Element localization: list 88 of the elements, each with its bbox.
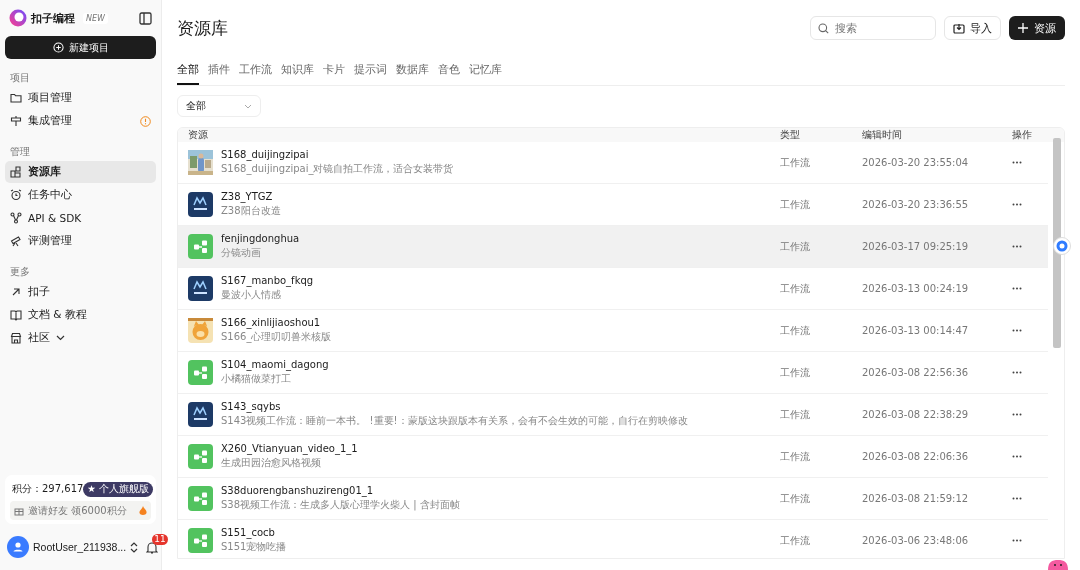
resource-description: 分镜动画 [221,246,262,260]
invite-banner[interactable]: 邀请好友 领6000积分 [10,501,151,520]
invite-text: 邀请好友 领6000积分 [28,503,127,518]
time-cell-text: 2026-03-13 00:24:19 [862,283,970,294]
table-row[interactable]: S38duorengbanshuzireng01_1 S38视频工作流：生成多人版心理学火柴人 | 含封面帧 工作流 2026-03-08 21:59:12 [178,478,1048,520]
time-cell-text: 2026-03-20 23:55:04 [862,157,970,168]
table-row[interactable]: fenjingdonghua 分镜动画 工作流 2026-03-17 09:25:19 [178,226,1048,268]
add-resource-button[interactable]: 资源 [1009,16,1065,40]
resource-description: Z38阳台改造 [221,204,281,218]
resource-name: S166_xinlijiaoshou1 [221,317,322,328]
tab[interactable]: 插件 [208,58,230,80]
new-project-button[interactable]: 新建项目 [5,36,156,59]
tab[interactable]: 音色 [438,58,460,80]
type-cell-text: 工作流 [780,449,811,464]
tab[interactable]: 卡片 [323,58,345,80]
tab[interactable]: 数据库 [396,58,429,80]
table-row[interactable]: S151_cocb S151宠物吃播 工作流 2026-03-06 23:48:06 [178,520,1048,558]
resource-name: S151_cocb [221,527,276,538]
user-name[interactable]: RootUser_211938... [33,541,127,553]
import-button[interactable]: 导入 [944,16,1001,40]
time-cell-text: 2026-03-20 23:36:55 [862,199,970,210]
resource-name: S143_sqybs [221,401,282,412]
type-cell-text: 工作流 [780,155,811,170]
filter-dropdown[interactable]: 全部 [177,95,261,117]
resource-name: Z38_YTGZ [221,191,274,202]
resource-description: S143视频工作流：睡前一本书。 !重要!：蒙版这块跟版本有关系，会有不会生效的可能，自行在剪映修改 [221,414,688,428]
type-cell-text: 工作流 [780,197,811,212]
nav-item[interactable]: 项目管理 [5,87,156,109]
type-cell-text: 工作流 [780,323,811,338]
resource-name: fenjingdonghua [221,233,300,244]
tab[interactable]: 全部 [177,58,199,85]
resource-name: S38duorengbanshuzireng01_1 [221,485,375,496]
resource-name: X260_Vtianyuan_video_1_1 [221,443,358,454]
resource-description: 曼波小人情感 [221,288,282,302]
nav-item[interactable]: 资源库 [5,161,156,183]
table-row[interactable]: S167_manbo_fkqg 曼波小人情感 工作流 2026-03-13 00:24:19 [178,268,1048,310]
time-cell-text: 2026-03-08 22:38:29 [862,409,970,420]
column-header: 类型 [780,128,801,142]
tab[interactable]: 记忆库 [469,58,502,80]
points-label: 积分：297,617 [12,482,84,496]
column-header: 操作 [1012,128,1033,142]
tab[interactable]: 提示词 [354,58,387,80]
section-title: 管理 [9,145,31,159]
type-cell-text: 工作流 [780,365,811,380]
new-badge: NEW [83,12,108,24]
resource-name: S104_maomi_dagong [221,359,329,370]
nav-item[interactable]: 集成管理 [5,110,156,132]
tab[interactable]: 知识库 [281,58,314,80]
type-cell-text: 工作流 [780,281,811,296]
type-cell-text: 工作流 [780,407,811,422]
table-row[interactable]: S143_sqybs S143视频工作流：睡前一本书。 !重要!：蒙版这块跟版本有关系，会有不会生效的可能，自行在剪映修改 工作流 2026-03-08 22:38:29 [178,394,1048,436]
table-row[interactable]: S166_xinlijiaoshou1 S166_心理叨叨兽米核版 工作流 2026-03-13 00:14:47 [178,310,1048,352]
brand-name: 扣子编程 [31,10,75,26]
resource-description: 生成田园治愈风格视频 [221,456,322,470]
search-field[interactable]: 搜索 [810,16,936,40]
time-cell-text: 2026-03-08 21:59:12 [862,493,970,504]
time-cell-text: 2026-03-13 00:14:47 [862,325,970,336]
resource-description: 小橘猫做菜打工 [221,372,292,386]
time-cell-text: 2026-03-06 23:48:06 [862,535,970,546]
plan-badge: ★ 个人旗舰版 [83,481,153,497]
column-header: 资源 [188,128,209,142]
nav-item[interactable]: 任务中心 [5,184,156,206]
time-cell-text: 2026-03-17 09:25:19 [862,241,970,252]
resource-name: S168_duijingzipai [221,149,310,160]
resource-description: S168_duijingzipai_对镜自拍工作流，适合女装带货 [221,162,454,176]
nav-item[interactable]: 文档 & 教程 [5,304,156,326]
nav-item[interactable]: 评测管理 [5,230,156,252]
column-header: 编辑时间 [862,128,903,142]
resource-name: S167_manbo_fkqg [221,275,314,286]
resource-description: S38视频工作流：生成多人版心理学火柴人 | 含封面帧 [221,498,460,512]
section-title: 项目 [9,71,31,85]
table-row[interactable]: X260_Vtianyuan_video_1_1 生成田园治愈风格视频 工作流 2026-03-08 22:06:36 [178,436,1048,478]
section-title: 更多 [9,265,31,279]
type-cell-text: 工作流 [780,491,811,506]
nav-item[interactable]: 社区 [5,327,156,349]
type-cell-text: 工作流 [780,533,811,548]
nav-item[interactable]: API & SDK [5,207,156,229]
table-row[interactable]: S168_duijingzipai S168_duijingzipai_对镜自拍工作流，适合女装带货 工作流 2026-03-20 23:55:04 [178,142,1048,184]
time-cell-text: 2026-03-08 22:06:36 [862,451,970,462]
notification-count: 11 [152,533,168,545]
table-row[interactable]: S104_maomi_dagong 小橘猫做菜打工 工作流 2026-03-08 22:56:36 [178,352,1048,394]
nav-item[interactable]: 扣子 [5,281,156,303]
resource-description: S166_心理叨叨兽米核版 [221,330,332,344]
type-cell-text: 工作流 [780,239,811,254]
page-title: 资源库 [177,16,229,40]
time-cell-text: 2026-03-08 22:56:36 [862,367,970,378]
resource-description: S151宠物吃播 [221,540,287,554]
tab[interactable]: 工作流 [239,58,272,80]
